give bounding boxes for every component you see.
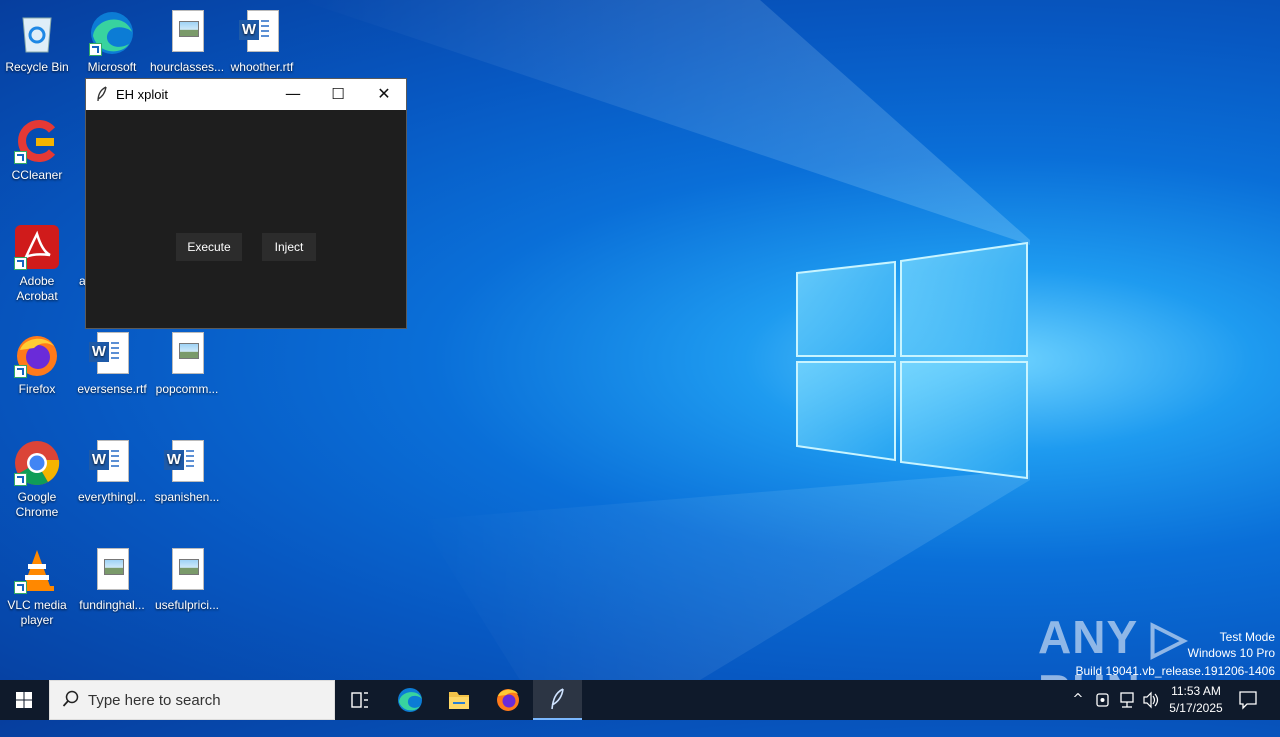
firefox-icon <box>14 332 60 378</box>
window-title: EH xploit <box>116 87 169 102</box>
taskbar-firefox[interactable] <box>484 680 532 720</box>
icon-label: fundinghal... <box>79 598 145 612</box>
vlc-icon <box>14 548 60 594</box>
network-icon[interactable] <box>1117 680 1137 720</box>
execute-button[interactable]: Execute <box>176 233 242 261</box>
vlc-shortcut[interactable]: VLC media player <box>0 542 74 628</box>
start-button[interactable] <box>0 680 48 720</box>
windows-logo <box>796 241 1028 480</box>
shortcut-arrow-icon <box>14 365 27 378</box>
icon-label: everythingl... <box>77 490 147 504</box>
close-button[interactable]: ✕ <box>361 79 407 110</box>
task-view-button[interactable] <box>336 680 384 720</box>
notification-center-button[interactable] <box>1236 680 1260 720</box>
minimize-button[interactable]: — <box>270 79 316 110</box>
shortcut-arrow-icon <box>14 151 27 164</box>
icon-label: popcomm... <box>155 382 219 396</box>
icon-label: Adobe Acrobat <box>16 274 58 303</box>
feather-icon <box>96 86 108 106</box>
shortcut-arrow-icon <box>14 257 27 270</box>
task-view-icon <box>351 692 368 708</box>
chrome-icon <box>14 440 60 486</box>
image-file-icon <box>164 332 210 378</box>
word-document-icon: W <box>89 440 135 486</box>
recycle-bin-icon <box>14 10 60 56</box>
inject-button[interactable]: Inject <box>262 233 316 261</box>
file-spanishen[interactable]: W spanishen... <box>150 434 224 505</box>
acrobat-icon <box>14 224 60 270</box>
search-placeholder: Type here to search <box>88 692 221 709</box>
search-icon <box>62 690 80 713</box>
taskbar-eh-xploit[interactable] <box>533 680 582 720</box>
edge-icon <box>398 688 422 712</box>
microsoft-edge-shortcut[interactable]: Microsoft <box>75 4 149 75</box>
ccleaner-shortcut[interactable]: CCleaner <box>0 112 74 183</box>
firefox-icon <box>497 689 519 711</box>
google-chrome-shortcut[interactable]: Google Chrome <box>0 434 74 520</box>
ccleaner-icon <box>14 118 60 164</box>
windows-start-icon <box>16 692 32 708</box>
shortcut-arrow-icon <box>89 43 102 56</box>
word-document-icon: W <box>239 10 285 56</box>
word-document-icon: W <box>89 332 135 378</box>
taskbar: Type here to search ^ 11:53 AM 5/17/2025 <box>0 680 1280 720</box>
icon-label: whoother.rtf <box>230 60 294 74</box>
icon-label: hourclasses... <box>150 60 224 74</box>
icon-label: Recycle Bin <box>5 60 69 74</box>
icon-label: Google Chrome <box>15 490 59 519</box>
window-titlebar[interactable]: EH xploit — ☐ ✕ <box>86 79 406 110</box>
edge-icon <box>89 10 135 56</box>
feather-icon <box>551 688 564 710</box>
icon-label: Microsoft <box>87 60 137 74</box>
icon-label: eversense.rtf <box>77 382 147 396</box>
file-everythingl[interactable]: W everythingl... <box>75 434 149 505</box>
file-fundinghal[interactable]: fundinghal... <box>75 542 149 613</box>
file-popcomm[interactable]: popcomm... <box>150 326 224 397</box>
maximize-button[interactable]: ☐ <box>315 79 361 110</box>
build-label: Build 19041.vb_release.191206-1406 <box>1075 664 1276 678</box>
clock-date: 5/17/2025 <box>1169 701 1223 715</box>
icon-label: spanishen... <box>154 490 220 504</box>
image-file-icon <box>89 548 135 594</box>
image-file-icon <box>164 548 210 594</box>
file-hourclasses[interactable]: hourclasses... <box>150 4 224 75</box>
image-file-icon <box>164 10 210 56</box>
file-eversense[interactable]: W eversense.rtf <box>75 326 149 397</box>
taskbar-clock[interactable]: 11:53 AM 5/17/2025 <box>1160 683 1232 717</box>
icon-label: usefulprici... <box>154 598 220 612</box>
volume-icon[interactable] <box>1141 680 1161 720</box>
taskbar-edge[interactable] <box>386 680 434 720</box>
notification-icon <box>1239 691 1257 710</box>
icon-label: Firefox <box>18 382 56 396</box>
tray-device-icon[interactable] <box>1094 680 1112 720</box>
windows-edition-label: Windows 10 Pro <box>1187 646 1275 660</box>
test-mode-label: Test Mode <box>1219 630 1275 644</box>
file-usefulprici[interactable]: usefulprici... <box>150 542 224 613</box>
file-whoother[interactable]: W whoother.rtf <box>225 4 299 75</box>
word-document-icon: W <box>164 440 210 486</box>
show-hidden-icons-button[interactable]: ^ <box>1068 680 1088 720</box>
adobe-acrobat-shortcut[interactable]: Adobe Acrobat <box>0 218 74 304</box>
icon-label: VLC media player <box>7 598 67 627</box>
icon-label: CCleaner <box>11 168 63 182</box>
recycle-bin-shortcut[interactable]: Recycle Bin <box>0 4 74 75</box>
taskbar-file-explorer[interactable] <box>435 680 483 720</box>
taskbar-search-box[interactable]: Type here to search <box>49 680 335 720</box>
shortcut-arrow-icon <box>14 581 27 594</box>
firefox-shortcut[interactable]: Firefox <box>0 326 74 397</box>
folder-icon <box>449 692 469 709</box>
clock-time: 11:53 AM <box>1171 684 1221 698</box>
shortcut-arrow-icon <box>14 473 27 486</box>
eh-xploit-window: EH xploit — ☐ ✕ Execute Inject <box>85 78 407 329</box>
